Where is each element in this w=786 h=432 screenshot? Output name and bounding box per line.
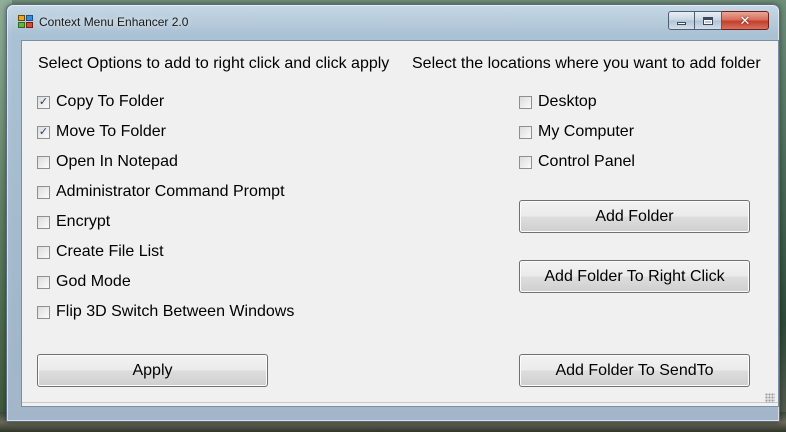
status-bar-divider bbox=[22, 402, 778, 403]
locations-heading: Select the locations where you want to a… bbox=[412, 55, 761, 72]
maximize-button[interactable] bbox=[695, 11, 722, 30]
window-title: Context Menu Enhancer 2.0 bbox=[39, 15, 189, 29]
checkbox-label: Administrator Command Prompt bbox=[56, 183, 285, 200]
option-admin-command-prompt[interactable]: Administrator Command Prompt bbox=[37, 182, 285, 202]
option-open-in-notepad[interactable]: Open In Notepad bbox=[37, 152, 178, 172]
app-window: Context Menu Enhancer 2.0 ✕ Select Optio… bbox=[6, 4, 780, 422]
close-icon: ✕ bbox=[739, 13, 751, 28]
checkbox-label: God Mode bbox=[56, 273, 131, 290]
checkbox[interactable] bbox=[37, 155, 50, 169]
checkbox-label: Control Panel bbox=[538, 153, 635, 170]
option-god-mode[interactable]: God Mode bbox=[37, 272, 131, 292]
checkbox-label: Move To Folder bbox=[56, 123, 166, 140]
options-heading: Select Options to add to right click and… bbox=[38, 55, 390, 72]
client-area: Select Options to add to right click and… bbox=[21, 40, 779, 407]
checkbox[interactable] bbox=[519, 155, 532, 169]
resize-grip-icon[interactable] bbox=[765, 393, 775, 403]
checkbox[interactable]: ✓ bbox=[37, 125, 50, 139]
option-create-file-list[interactable]: Create File List bbox=[37, 242, 164, 262]
location-my-computer[interactable]: My Computer bbox=[519, 122, 634, 142]
checkbox-label: Create File List bbox=[56, 243, 164, 260]
add-folder-sendto-button[interactable]: Add Folder To SendTo bbox=[519, 354, 750, 387]
maximize-icon bbox=[703, 16, 713, 25]
caption-buttons: ✕ bbox=[668, 11, 769, 30]
minimize-button[interactable] bbox=[668, 11, 695, 30]
checkbox[interactable] bbox=[37, 245, 50, 259]
checkbox[interactable] bbox=[519, 125, 532, 139]
checkbox-label: Desktop bbox=[538, 93, 597, 110]
checkbox-label: My Computer bbox=[538, 123, 635, 140]
apply-button[interactable]: Apply bbox=[37, 354, 268, 387]
close-button[interactable]: ✕ bbox=[722, 11, 769, 30]
option-copy-to-folder[interactable]: ✓ Copy To Folder bbox=[37, 92, 164, 112]
option-encrypt[interactable]: Encrypt bbox=[37, 212, 110, 232]
app-icon bbox=[18, 15, 34, 29]
checkbox[interactable] bbox=[519, 95, 532, 109]
option-flip-3d[interactable]: Flip 3D Switch Between Windows bbox=[37, 302, 294, 322]
checkbox-label: Encrypt bbox=[56, 213, 111, 230]
checkbox[interactable] bbox=[37, 275, 50, 289]
checkbox-label: Copy To Folder bbox=[56, 93, 165, 110]
checkbox[interactable] bbox=[37, 305, 50, 319]
location-control-panel[interactable]: Control Panel bbox=[519, 152, 635, 172]
add-folder-button[interactable]: Add Folder bbox=[519, 200, 750, 233]
option-move-to-folder[interactable]: ✓ Move To Folder bbox=[37, 122, 166, 142]
checkbox[interactable] bbox=[37, 185, 50, 199]
minimize-icon bbox=[677, 22, 686, 25]
checkbox-label: Flip 3D Switch Between Windows bbox=[56, 303, 295, 320]
add-folder-right-click-button[interactable]: Add Folder To Right Click bbox=[519, 260, 750, 293]
location-desktop[interactable]: Desktop bbox=[519, 92, 597, 112]
checkbox-label: Open In Notepad bbox=[56, 153, 178, 170]
checkbox[interactable]: ✓ bbox=[37, 95, 50, 109]
checkbox[interactable] bbox=[37, 215, 50, 229]
